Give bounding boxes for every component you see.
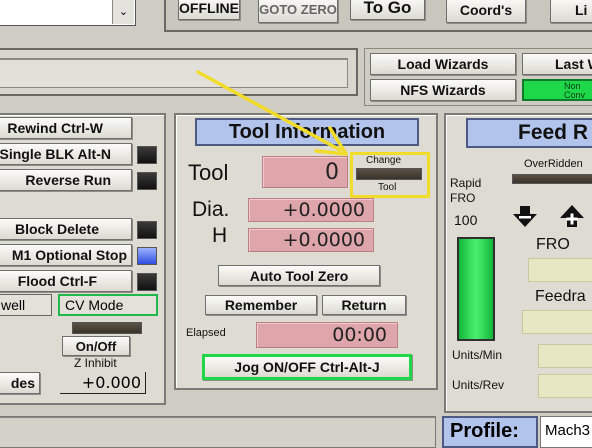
annotation-arrow — [196, 70, 348, 156]
